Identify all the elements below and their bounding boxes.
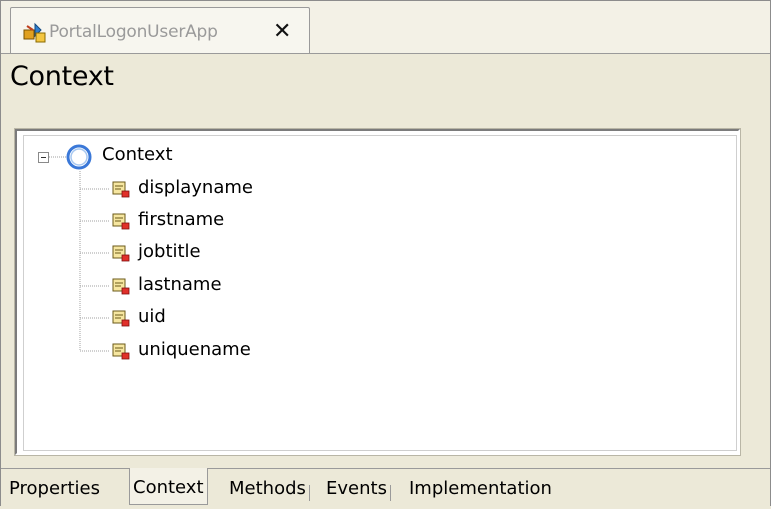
tree-item-label: uniquename — [138, 339, 251, 360]
editor-window: PortalLogonUserApp ✕ Context Context dis… — [0, 0, 771, 506]
tree-item-label: lastname — [138, 274, 222, 295]
context-node-icon — [66, 144, 92, 170]
tree-item-jobtitle[interactable]: jobtitle — [24, 238, 424, 268]
close-icon[interactable]: ✕ — [273, 19, 291, 44]
tree-item-label: jobtitle — [138, 241, 201, 262]
editor-tab-strip: PortalLogonUserApp ✕ — [1, 1, 770, 54]
editor-tab-title: PortalLogonUserApp — [49, 22, 218, 42]
tab-context[interactable]: Context — [129, 468, 208, 505]
tree-item-label: uid — [138, 306, 166, 327]
tab-properties[interactable]: Properties — [9, 469, 100, 505]
value-attribute-icon — [112, 181, 130, 198]
tree-item-uniquename[interactable]: uniquename — [24, 336, 424, 366]
webdynpro-app-icon — [23, 22, 46, 43]
tab-methods[interactable]: Methods — [229, 469, 310, 505]
tree-item-displayname[interactable]: displayname — [24, 174, 424, 204]
value-attribute-icon — [112, 245, 130, 262]
tree-item-lastname[interactable]: lastname — [24, 271, 424, 301]
value-attribute-icon — [112, 310, 130, 327]
tree-item-firstname[interactable]: firstname — [24, 206, 424, 236]
page-title: Context — [10, 61, 114, 92]
context-tree-panel: Context displayname firstname jobtitle l… — [14, 128, 741, 456]
collapse-toggle-icon[interactable] — [38, 152, 49, 163]
value-attribute-icon — [112, 278, 130, 295]
tree-item-label: displayname — [138, 177, 253, 198]
value-attribute-icon — [112, 343, 130, 360]
tab-events[interactable]: Events — [326, 469, 391, 505]
tree-item-label: firstname — [138, 209, 225, 230]
tab-implementation[interactable]: Implementation — [409, 469, 552, 505]
context-tree: Context displayname firstname jobtitle l… — [23, 135, 737, 451]
editor-tab-portallogonuserapp[interactable]: PortalLogonUserApp ✕ — [10, 7, 310, 53]
tree-root-label[interactable]: Context — [102, 144, 173, 165]
editor-bottom-tabs: Properties Context Methods Events Implem… — [1, 468, 770, 506]
tree-item-uid[interactable]: uid — [24, 303, 424, 333]
value-attribute-icon — [112, 213, 130, 230]
